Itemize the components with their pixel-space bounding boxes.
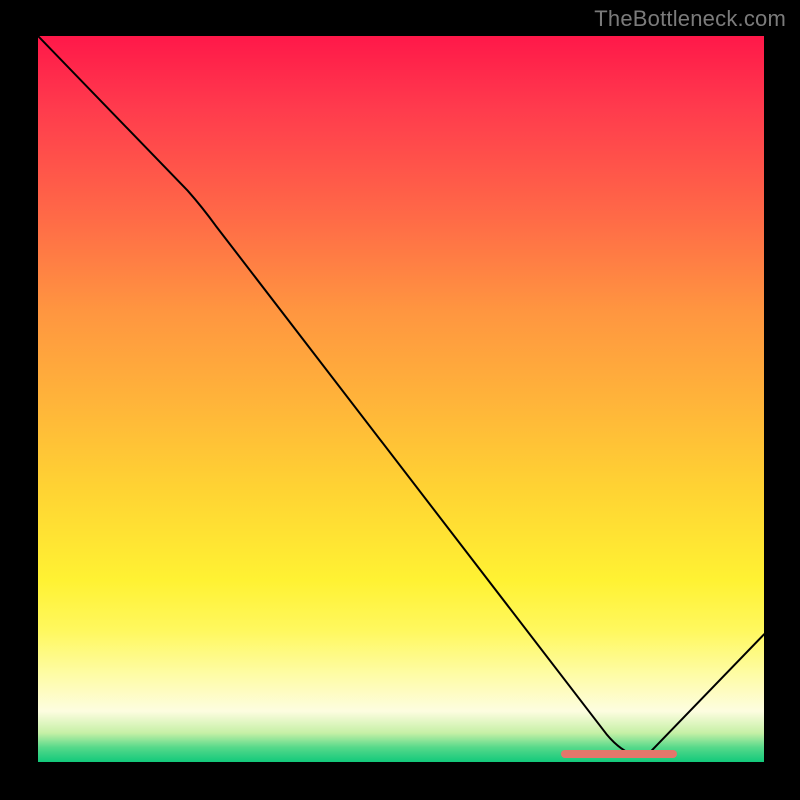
curve-layer [38,36,764,762]
plot-area [38,36,764,762]
watermark-text: TheBottleneck.com [594,6,786,32]
bottleneck-curve-path [38,36,764,756]
bottleneck-chart: TheBottleneck.com [0,0,800,800]
sweet-spot-marker [561,750,677,758]
axes-frame [36,36,764,764]
